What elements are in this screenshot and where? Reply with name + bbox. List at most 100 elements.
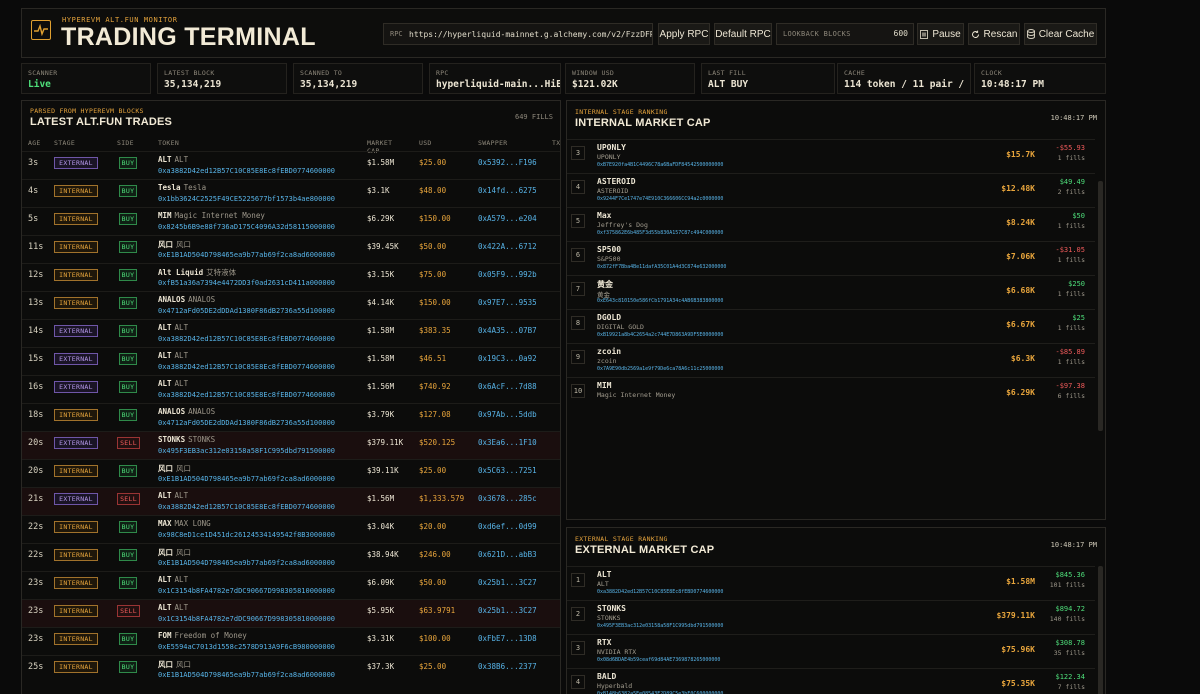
swapper-link[interactable]: 0x4A35...07B7	[478, 326, 537, 335]
swapper-link[interactable]: 0x6AcF...7d88	[478, 382, 537, 391]
rpc-field: RPC	[383, 23, 653, 45]
table-row[interactable]: 11s INTERNAL BUY 风口 风口 0xE1B1AD504D798465ea9b…	[22, 235, 560, 263]
ranking-row[interactable]: 2 STONKS STONKS 0x495F3EB3ac312e03158a58F1C…	[567, 600, 1095, 634]
table-row[interactable]: 5s INTERNAL BUY MIM Magic Internet Money 0x82…	[22, 207, 560, 235]
token-address-link[interactable]: 0xE1B1AD504D798465ea9b77ab69f2ca8ad60000…	[158, 251, 335, 259]
apply-rpc-button[interactable]: Apply RPC	[658, 23, 710, 45]
ranking-row[interactable]: 9 zcoin zcoin 0x7A9E90db2569a1e9f79De6ca78A…	[567, 343, 1095, 377]
table-row[interactable]: 22s INTERNAL BUY 风口 风口 0xE1B1AD504D798465ea9b…	[22, 543, 560, 571]
token-address-link[interactable]: 0x4712aFd05DE2dDDAd1380F86dB2736a55d1000…	[158, 307, 335, 315]
table-row[interactable]: 15s EXTERNAL BUY ALT ALT 0xa3882D42ed12B57C10…	[22, 347, 560, 375]
table-row[interactable]: 12s INTERNAL BUY Alt Liquid 艾特液体 0xfB51a36a73…	[22, 263, 560, 291]
ranking-row[interactable]: 10 MIM Magic Internet Money $6.29K -$97.38 6 …	[567, 377, 1095, 411]
usd-change: $49.49	[1059, 178, 1085, 186]
swapper-link[interactable]: 0xd6ef...0d99	[478, 522, 537, 531]
token-address-link[interactable]: 0xa3882D42ed12B57C10C85E8Ec8fEBD07746000…	[158, 503, 335, 511]
ranking-row[interactable]: 3 UPONLY UPONLY 0xB7E920fa4B1C4496C78a6BaFD…	[567, 139, 1095, 173]
swapper-link[interactable]: 0x422A...6712	[478, 242, 537, 251]
swapper-link[interactable]: 0x14fd...6275	[478, 186, 537, 195]
table-row[interactable]: 25s INTERNAL BUY 风口 风口 0xE1B1AD504D798465ea9b…	[22, 655, 560, 683]
ranking-row[interactable]: 7 黄金 黄金 0xE643c810150e586fCb1791A34c4AB6B38…	[567, 275, 1095, 309]
table-row[interactable]: 4s INTERNAL BUY Tesla Tesla 0x1bb3624C2525F49…	[22, 179, 560, 207]
lookback-value[interactable]: 600	[894, 29, 908, 38]
external-scrollbar[interactable]	[1098, 566, 1103, 694]
table-row[interactable]: 23s INTERNAL BUY FOM Freedom of Money 0xE5594…	[22, 627, 560, 655]
table-row[interactable]: 20s EXTERNAL SELL STONKS STONKS 0x495F3EB3ac3…	[22, 431, 560, 459]
table-row[interactable]: 3s EXTERNAL BUY ALT ALT 0xa3882D42ed12B57C10C…	[22, 151, 560, 179]
fills-count: 7 fills	[1057, 683, 1085, 691]
swapper-link[interactable]: 0x19C3...0a92	[478, 354, 537, 363]
ranking-row[interactable]: 8 DGOLD DIGITAL GOLD 0xB19921a8b4C2654a2c74…	[567, 309, 1095, 343]
token-address-link[interactable]: 0x7A9E90db2569a1e9f79De6ca78A6c11c250000…	[597, 366, 723, 372]
token-address-link[interactable]: 0xE1B1AD504D798465ea9b77ab69f2ca8ad60000…	[158, 671, 335, 679]
swapper-link[interactable]: 0x97E7...9535	[478, 298, 537, 307]
fills-count: 1 fills	[1057, 222, 1085, 230]
swapper-link[interactable]: 0xFbE7...13D8	[478, 634, 537, 643]
ranking-row[interactable]: 3 RTX NVIDIA RTX 0x08d6BDAE4b59ceaf69d84AE7…	[567, 634, 1095, 668]
swapper-link[interactable]: 0x5C63...7251	[478, 466, 537, 475]
token-address-link[interactable]: 0xa3882D42ed12B57C10C85E8Ec8fEBD07746000…	[158, 363, 335, 371]
internal-scrollbar[interactable]	[1098, 181, 1103, 431]
market-cap: $3.1K	[367, 186, 390, 195]
swapper-link[interactable]: 0x25b1...3C27	[478, 578, 537, 587]
table-row[interactable]: 23s INTERNAL SELL ALT ALT 0x1C3154b8FA4782e7d…	[22, 599, 560, 627]
table-row[interactable]: 13s INTERNAL BUY ANALOS ANALOS 0x4712aFd05DE2…	[22, 291, 560, 319]
lookback-field[interactable]: LOOKBACK BLOCKS 600	[776, 23, 914, 45]
token-address-link[interactable]: 0xE643c810150e586fCb1791A34c4AB6B3838000…	[597, 298, 723, 304]
table-row[interactable]: 21s EXTERNAL SELL ALT ALT 0xa3882D42ed12B57C1…	[22, 487, 560, 515]
pause-button[interactable]: Pause	[917, 23, 964, 45]
swapper-link[interactable]: 0x25b1...3C27	[478, 606, 537, 615]
token-address-link[interactable]: 0xa3882D42ed12B57C10C85E8Ec8fEBD07746000…	[597, 589, 723, 595]
token-address-link[interactable]: 0xE1B1AD504D798465ea9b77ab69f2ca8ad60000…	[158, 559, 335, 567]
token-cell: ALT ALT	[158, 351, 188, 360]
token-address-link[interactable]: 0xE1B1AD504D798465ea9b77ab69f2ca8ad60000…	[158, 475, 335, 483]
token-address-link[interactable]: 0xf375862E6b485F3d55b830A157C87c494C0000…	[597, 230, 723, 236]
table-row[interactable]: 14s EXTERNAL BUY ALT ALT 0xa3882D42ed12B57C10…	[22, 319, 560, 347]
table-row[interactable]: 16s EXTERNAL BUY ALT ALT 0xa3882D42ed12B57C10…	[22, 375, 560, 403]
ranking-row[interactable]: 4 BALD Hyperbald 0xB148b6382a5Ee08543E2D89C…	[567, 668, 1095, 694]
rpc-input[interactable]	[409, 26, 652, 42]
ranking-row[interactable]: 4 ASTEROID ASTEROID 0x9244F7Ce1747e74E910C3…	[567, 173, 1095, 207]
token-address-link[interactable]: 0x1bb3624C2525F49CE5225677bf1573b4ae8000…	[158, 195, 335, 203]
token-address-link[interactable]: 0xE5594aC7013d1558c2578D913A9F6cB9800000…	[158, 643, 335, 651]
table-row[interactable]: 23s INTERNAL BUY ALT ALT 0x1C3154b8FA4782e7dD…	[22, 571, 560, 599]
token-address-link[interactable]: 0xa3882D42ed12B57C10C85E8Ec8fEBD07746000…	[158, 335, 335, 343]
swapper-link[interactable]: 0x38B6...2377	[478, 662, 537, 671]
token-address-link[interactable]: 0x495F3EB3ac312e03158a58F1C995dbd7915000…	[597, 623, 723, 629]
rescan-button[interactable]: Rescan	[968, 23, 1020, 45]
token-address-link[interactable]: 0x08d6BDAE4b59ceaf69d84AE736987826500000…	[597, 657, 720, 663]
side-badge: BUY	[119, 661, 137, 673]
ranking-row[interactable]: 6 SP500 S&P500 0x872fF7Bba4Be11dafA35C01A4d…	[567, 241, 1095, 275]
swapper-link[interactable]: 0x05F9...992b	[478, 270, 537, 279]
swapper-link[interactable]: 0x3Ea6...1F10	[478, 438, 537, 447]
swapper-link[interactable]: 0x3678...285c	[478, 494, 537, 503]
token-address-link[interactable]: 0xa3882D42ed12B57C10C85E8Ec8fEBD07746000…	[158, 391, 335, 399]
swapper-link[interactable]: 0xA579...e204	[478, 214, 537, 223]
rank-number: 2	[571, 607, 585, 621]
default-rpc-button[interactable]: Default RPC	[714, 23, 772, 45]
ranking-row[interactable]: 1 ALT ALT 0xa3882D42ed12B57C10C85E8Ec8fEBD0…	[567, 566, 1095, 600]
table-row[interactable]: 20s INTERNAL BUY 风口 风口 0xE1B1AD504D798465ea9b…	[22, 459, 560, 487]
swapper-link[interactable]: 0x97Ab...5ddb	[478, 410, 537, 419]
token-address-link[interactable]: 0x1C3154b8FA4782e7dDC90667D9983058100000…	[158, 615, 335, 623]
table-row[interactable]: 22s INTERNAL BUY MAX MAX LONG 0x98C8eD1ce1D45…	[22, 515, 560, 543]
token-address-link[interactable]: 0x98C8eD1ce1D451dc26124534149542f8B30000…	[158, 531, 335, 539]
token-address-link[interactable]: 0x872fF7Bba4Be11dafA35C01A4d3C874e632000…	[597, 264, 726, 270]
token-address-link[interactable]: 0xfB51a36a7394e4472DD3f0ad2631cD411a0000…	[158, 279, 335, 287]
token-address-link[interactable]: 0x8245b6B9e88f736aD175C4096A32d581150000…	[158, 223, 335, 231]
token-address-link[interactable]: 0x4712aFd05DE2dDDAd1380F86dB2736a55d1000…	[158, 419, 335, 427]
ranking-row[interactable]: 5 Max Jeffrey's Dog 0xf375862E6b485F3d55b83…	[567, 207, 1095, 241]
swapper-link[interactable]: 0x621D...abB3	[478, 550, 537, 559]
clear-cache-button[interactable]: Clear Cache	[1024, 23, 1097, 45]
token-address-link[interactable]: 0x495F3EB3ac312e03158a58F1C995dbd7915000…	[158, 447, 335, 455]
table-row[interactable]: 18s INTERNAL BUY ANALOS ANALOS 0x4712aFd05DE2…	[22, 403, 560, 431]
token-address-link[interactable]: 0x1C3154b8FA4782e7dDC90667D9983058100000…	[158, 587, 335, 595]
token-address-link[interactable]: 0xB7E920fa4B1C4496C78a6BaFDF845425000000…	[597, 162, 723, 168]
swapper-link[interactable]: 0x5392...F196	[478, 158, 537, 167]
token-address-link[interactable]: 0x9244F7Ce1747e74E910C366606CC94a2c00000…	[597, 196, 723, 202]
token-address-link[interactable]: 0xa3882D42ed12B57C10C85E8Ec8fEBD07746000…	[158, 167, 335, 175]
usd-value: $25.00	[419, 158, 447, 167]
token-address-link[interactable]: 0xB19921a8b4C2654a2c744E7D863A9DF5E00000…	[597, 332, 723, 338]
usd-value: $25.00	[419, 662, 447, 671]
token-name: STONKS	[188, 435, 216, 444]
